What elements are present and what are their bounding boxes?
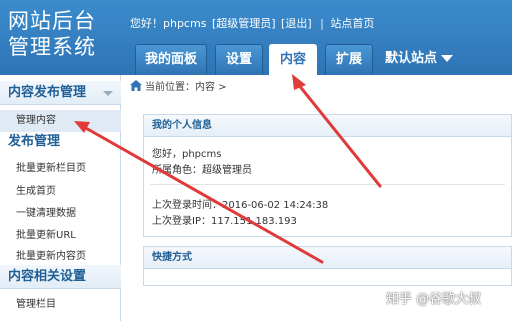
site-selector-label: 默认站点	[385, 51, 438, 66]
logo-line-1: 网站后台	[8, 9, 96, 33]
logo-line-2: 管理系统	[8, 35, 96, 59]
logout-link[interactable]: [退出]	[281, 17, 312, 30]
tab-extend[interactable]: 扩展	[325, 44, 373, 75]
header-bar: 网站后台 管理系统 您好！phpcms [超级管理员] [退出] | 站点首页 …	[0, 0, 512, 75]
watermark: 知乎 @谷歌大叔	[386, 292, 482, 307]
divider	[150, 184, 505, 185]
sidebar-section-content-settings[interactable]: 内容相关设置	[0, 265, 121, 289]
hello-text: 您好，phpcms	[152, 149, 222, 160]
tab-settings[interactable]: 设置	[215, 44, 263, 75]
shortcut-panel: 快捷方式	[143, 246, 512, 286]
sidebar-item-clear-data[interactable]: 一键清理数据	[0, 203, 121, 225]
user-role: [超级管理员]	[211, 17, 276, 30]
tab-my-panel[interactable]: 我的面板	[135, 44, 207, 75]
last-login-time: 上次登录时间：2016-06-02 14:24:38	[152, 200, 329, 211]
site-selector[interactable]: 默认站点	[385, 44, 454, 75]
panel-title: 我的个人信息	[144, 115, 511, 137]
sidebar-item-batch-update-category[interactable]: 批量更新栏目页	[0, 158, 121, 180]
breadcrumb: 当前位置：内容 >	[130, 80, 227, 96]
tab-content[interactable]: 内容	[269, 44, 317, 75]
last-login-ip: 上次登录IP：117.151.183.193	[152, 216, 297, 227]
sidebar-item-manage-category[interactable]: 管理栏目	[0, 294, 121, 316]
site-home-link[interactable]: 站点首页	[330, 17, 374, 30]
personal-info-panel: 我的个人信息 您好，phpcms 所属角色：超级管理员 上次登录时间：2016-…	[143, 114, 512, 237]
home-icon	[130, 80, 142, 91]
sidebar-section-title: 内容相关设置	[8, 269, 87, 284]
role-text: 所属角色：超级管理员	[152, 165, 252, 176]
site-logo: 网站后台 管理系统	[8, 8, 118, 60]
sidebar-item-batch-update-url[interactable]: 批量更新URL	[0, 225, 121, 247]
dropdown-caret-icon	[441, 55, 454, 62]
sidebar-section-publish-manage[interactable]: 发布管理	[0, 130, 121, 154]
sidebar-section-title: 内容发布管理	[8, 85, 87, 100]
sidebar-item-generate-home[interactable]: 生成首页	[0, 181, 121, 203]
sidebar: 内容发布管理 管理内容 发布管理 批量更新栏目页 生成首页 一键清理数据 批量更…	[0, 75, 121, 321]
collapse-chevron-icon[interactable]	[103, 91, 113, 96]
sidebar-section-content-publish[interactable]: 内容发布管理	[0, 81, 121, 105]
sidebar-item-manage-content[interactable]: 管理内容	[0, 110, 121, 132]
breadcrumb-text: 当前位置：内容 >	[145, 82, 227, 93]
top-user-bar: 您好！phpcms [超级管理员] [退出] | 站点首页	[130, 15, 376, 31]
panel-title: 快捷方式	[144, 247, 511, 269]
separator: |	[320, 17, 324, 30]
greeting-text: 您好！phpcms	[130, 17, 207, 30]
